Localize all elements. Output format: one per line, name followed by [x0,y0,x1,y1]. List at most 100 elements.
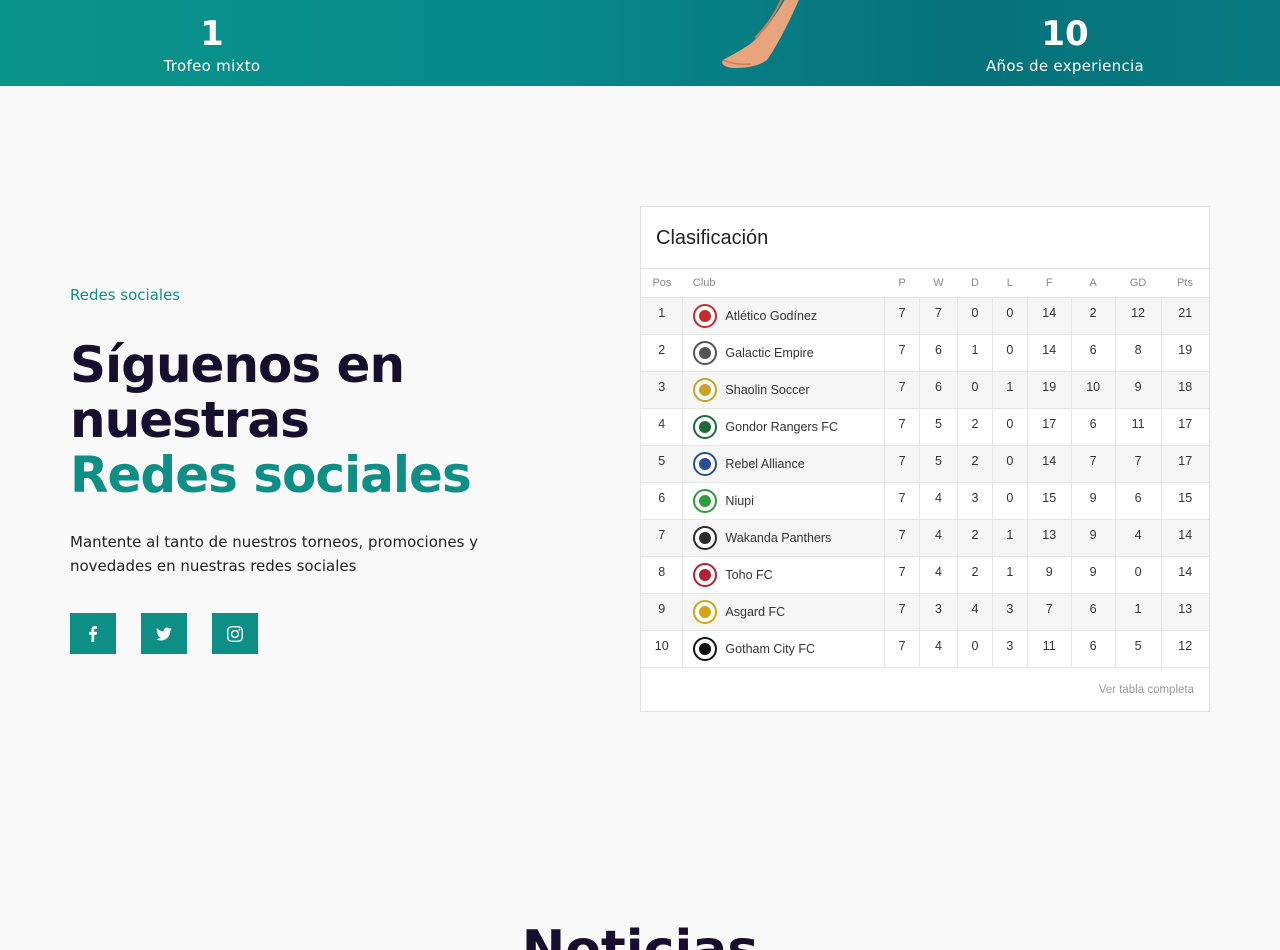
cell-goals-against: 6 [1071,593,1116,631]
cell-goal-difference: 4 [1115,519,1162,557]
cell-played: 7 [884,556,921,594]
club-name: Gondor Rangers FC [725,419,838,434]
cell-goals-against: 6 [1071,630,1116,668]
header-goals-for: F [1027,269,1072,298]
cell-played: 7 [884,482,921,520]
club-crest-icon [693,525,718,550]
cell-drawn: 2 [957,408,993,446]
full-table-link[interactable]: Ver tabla completa [1099,684,1194,696]
club-name: Wakanda Panthers [725,530,832,545]
twitter-button[interactable] [141,613,187,654]
club-crest-icon [693,414,718,439]
cell-goals-against: 9 [1071,556,1116,594]
table-row: 4 Gondor Rangers FC 7 5 2 0 17 6 11 17 [641,408,1209,446]
table-row: 1 Atlético Godínez 7 7 0 0 14 2 12 21 [641,297,1209,335]
table-row: 7 Wakanda Panthers 7 4 2 1 13 9 4 14 [641,519,1209,557]
club-crest-icon [693,451,718,476]
crest-emblem-icon [699,457,712,470]
cell-lost: 0 [992,297,1028,335]
club-crest-icon [693,488,718,513]
cell-drawn: 0 [957,371,993,409]
table-row: 5 Rebel Alliance 7 5 2 0 14 7 7 17 [641,445,1209,483]
cell-goals-for: 13 [1027,519,1072,557]
cell-goal-difference: 5 [1115,630,1162,668]
news-heading: Noticias [521,920,759,950]
cell-goal-difference: 12 [1115,297,1162,335]
cell-pos: 5 [641,445,684,483]
cell-points: 15 [1161,482,1209,520]
cell-won: 5 [919,445,958,483]
cell-points: 14 [1161,519,1209,557]
cell-club: Shaolin Soccer [682,371,886,409]
cell-played: 7 [884,297,921,335]
cell-played: 7 [884,334,921,372]
standings-widget: Clasificación Pos Club P W D L F A GD Pt… [640,206,1210,712]
cell-won: 4 [919,630,958,668]
club-cell-inner: Rebel Alliance [693,451,884,476]
cell-lost: 0 [992,334,1028,372]
player-leg-image [722,0,799,68]
cell-drawn: 2 [957,445,993,483]
club-name: Gotham City FC [725,641,816,656]
club-cell-inner: Wakanda Panthers [693,525,884,550]
cell-points: 12 [1161,630,1209,668]
cell-goals-for: 17 [1027,408,1072,446]
cell-played: 7 [884,593,921,631]
cell-pos: 4 [641,408,684,446]
crest-emblem-icon [699,494,712,507]
cell-lost: 0 [992,445,1028,483]
instagram-button[interactable] [212,613,258,654]
cell-goal-difference: 11 [1115,408,1162,446]
cell-club: Galactic Empire [682,334,886,372]
cell-won: 6 [919,371,958,409]
stat-experience: 10 Años de experiencia [915,12,1215,76]
table-row: 10 Gotham City FC 7 4 0 3 11 6 5 12 [641,630,1209,668]
cell-club: Rebel Alliance [682,445,886,483]
header-points: Pts [1161,269,1209,298]
header-played: P [884,269,920,298]
cell-drawn: 1 [957,334,993,372]
cell-lost: 1 [992,556,1028,594]
cell-won: 7 [919,297,958,335]
cell-pos: 7 [641,519,684,557]
cell-drawn: 2 [957,556,993,594]
header-pos: Pos [641,269,683,298]
club-cell-inner: Galactic Empire [693,340,884,365]
club-cell-inner: Toho FC [693,562,884,587]
club-cell-inner: Atlético Godínez [693,303,884,328]
stat-label: Trofeo mixto [163,57,261,75]
cell-goals-against: 10 [1071,371,1116,409]
cell-points: 14 [1161,556,1209,594]
cell-won: 6 [919,334,958,372]
facebook-button[interactable] [70,613,116,654]
header-goal-difference: GD [1115,269,1162,298]
standings-table: Pos Club P W D L F A GD Pts 1 Atlético Go… [641,269,1209,668]
instagram-icon [227,625,243,642]
header-lost: L [992,269,1028,298]
cell-club: Toho FC [682,556,886,594]
cell-pos: 6 [641,482,684,520]
cell-drawn: 0 [957,297,993,335]
cell-won: 4 [919,519,958,557]
standings-body: 1 Atlético Godínez 7 7 0 0 14 2 12 21 2 Galactic Em… [641,297,1209,668]
club-cell-inner: Gondor Rangers FC [693,414,884,439]
cell-goals-for: 7 [1027,593,1072,631]
cell-points: 17 [1161,445,1209,483]
social-title-accent: Redes sociales [70,446,472,504]
cell-won: 3 [919,593,958,631]
table-row: 3 Shaolin Soccer 7 6 0 1 19 10 9 18 [641,371,1209,409]
stat-trophies: 1 Trofeo mixto [62,12,362,76]
crest-emblem-icon [699,346,712,359]
social-description: Mantente al tanto de nuestros torneos, p… [70,533,479,575]
cell-club: Gotham City FC [682,630,886,668]
cell-goals-for: 19 [1027,371,1072,409]
cell-club: Wakanda Panthers [682,519,886,557]
cell-goals-against: 6 [1071,408,1116,446]
cell-drawn: 4 [957,593,993,631]
cell-points: 13 [1161,593,1209,631]
cell-goals-against: 7 [1071,445,1116,483]
cell-goals-against: 9 [1071,519,1116,557]
cell-pos: 10 [641,630,684,668]
social-eyebrow: Redes sociales [70,286,181,304]
cell-club: Asgard FC [682,593,886,631]
